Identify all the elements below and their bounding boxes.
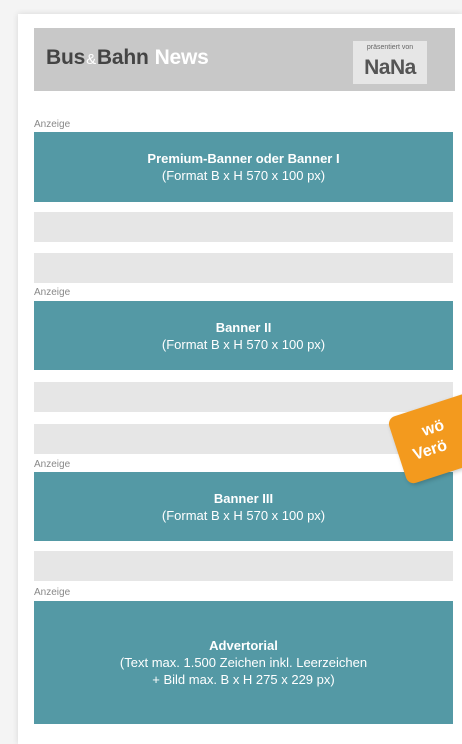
ad-label: Anzeige bbox=[34, 119, 71, 130]
content-placeholder bbox=[34, 212, 453, 242]
content-placeholder bbox=[34, 253, 453, 283]
banner-format: (Format B x H 570 x 100 px) bbox=[161, 336, 326, 352]
sponsor-badge: präsentiert von NaNa bbox=[353, 41, 427, 84]
brand-logo: Bus&Bahn News bbox=[46, 46, 209, 70]
banner-format: (Format B x H 570 x 100 px) bbox=[161, 168, 326, 183]
banner-format: (Text max. 1.500 Zeichen inkl. Leerzeich… bbox=[119, 655, 368, 670]
banner-3[interactable]: Banner III (Format B x H 570 x 100 px) bbox=[34, 472, 453, 541]
content-placeholder bbox=[34, 551, 453, 581]
banner-title: Advertorial bbox=[209, 638, 278, 653]
banner-advertorial[interactable]: Advertorial (Text max. 1.500 Zeichen ink… bbox=[34, 601, 453, 724]
banner-title: Banner III bbox=[213, 490, 274, 506]
brand-amp: & bbox=[86, 51, 96, 68]
sponsor-label: präsentiert von bbox=[366, 44, 414, 51]
banner-format: (Format B x H 570 x 100 px) bbox=[161, 507, 326, 523]
newsletter-header: Bus&Bahn News präsentiert von NaNa bbox=[34, 28, 455, 91]
banner-premium[interactable]: Premium-Banner oder Banner I (Format B x… bbox=[34, 132, 453, 202]
content-placeholder bbox=[34, 382, 453, 412]
banner-format-2: + Bild max. B x H 275 x 229 px) bbox=[152, 672, 335, 687]
brand-bahn: Bahn bbox=[96, 46, 149, 69]
brand-bus: Bus bbox=[46, 46, 86, 69]
banner-2[interactable]: Banner II (Format B x H 570 x 100 px) bbox=[34, 301, 453, 370]
brand-news: News bbox=[154, 46, 209, 69]
sponsor-logo: NaNa bbox=[364, 56, 416, 79]
ad-label: Anzeige bbox=[34, 459, 71, 470]
ad-label: Anzeige bbox=[34, 287, 71, 298]
ad-label: Anzeige bbox=[34, 587, 71, 598]
sticker-line-2: Verö bbox=[411, 436, 450, 464]
banner-title: Premium-Banner oder Banner I bbox=[147, 151, 340, 166]
banner-title: Banner II bbox=[215, 319, 272, 335]
